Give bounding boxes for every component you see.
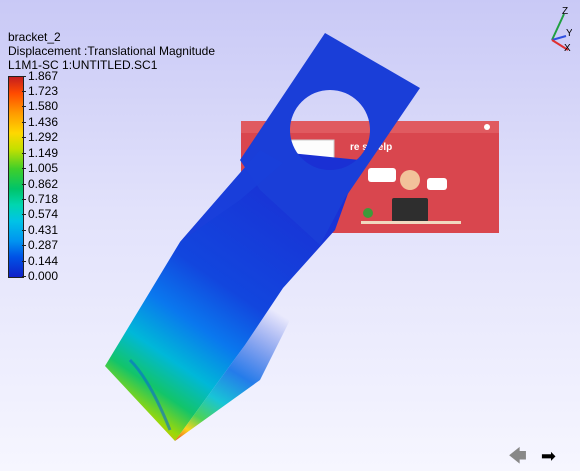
overlay-chat-bubble bbox=[368, 168, 396, 182]
coordinate-triad: Z Y X bbox=[551, 6, 572, 52]
arrow-left-icon[interactable]: 🡄 bbox=[508, 447, 527, 465]
overlay-plant-illustration bbox=[363, 208, 373, 218]
x-axis-label: X bbox=[564, 43, 571, 52]
overlay-laptop-illustration bbox=[392, 198, 428, 222]
overlay-chat-bubble bbox=[427, 178, 447, 190]
y-axis-label: Y bbox=[566, 28, 572, 39]
z-axis-label: Z bbox=[562, 6, 568, 17]
overlay-avatar-icon bbox=[484, 124, 490, 130]
overlay-desk bbox=[361, 221, 461, 224]
view-navigation: 🡄 ➡ bbox=[508, 447, 556, 465]
model-viewport[interactable]: re s Help bbox=[0, 0, 580, 471]
overlay-person-illustration bbox=[400, 170, 420, 190]
arrow-right-icon[interactable]: ➡ bbox=[541, 447, 556, 465]
